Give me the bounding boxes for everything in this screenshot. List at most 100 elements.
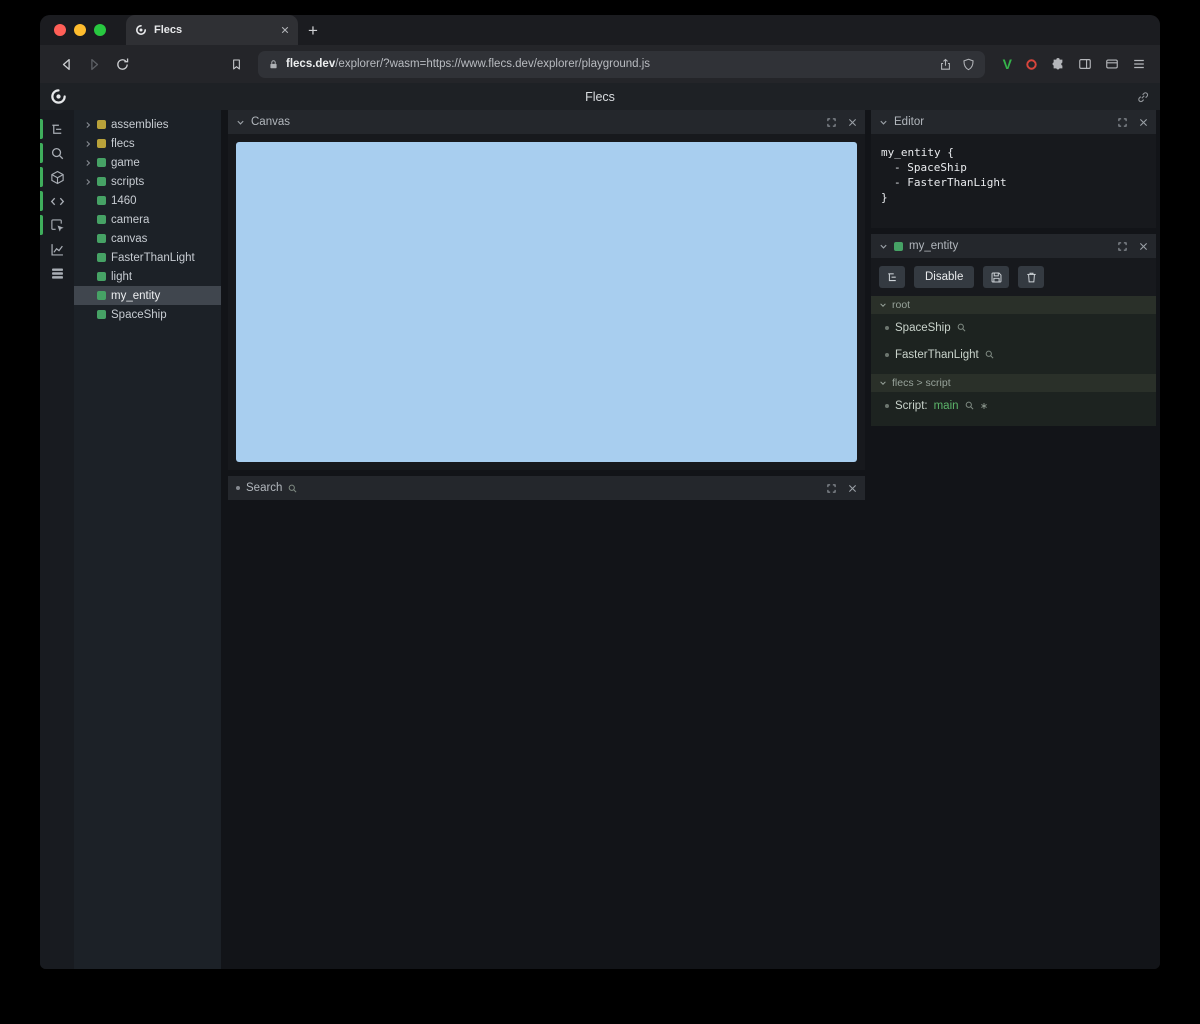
search-icon[interactable]: [957, 323, 966, 332]
entity-square-icon: [894, 241, 903, 251]
chart-panel-icon[interactable]: [40, 238, 74, 260]
editor-panel: Editor my_entity { - SpaceShip - FasterT…: [871, 110, 1156, 228]
tree-item-label: canvas: [111, 232, 148, 245]
tree-item-flecs[interactable]: flecs: [74, 134, 221, 153]
extensions-puzzle-icon[interactable]: [1051, 57, 1065, 71]
entity-panel-header: my_entity: [871, 234, 1156, 258]
active-indicator: [40, 143, 43, 163]
entity-square-icon: [97, 158, 106, 167]
editor-panel-title: Editor: [894, 116, 925, 128]
tree-item-label: FasterThanLight: [111, 251, 195, 264]
expand-icon[interactable]: [827, 117, 836, 127]
tree-item-label: game: [111, 156, 140, 169]
code-panel-icon[interactable]: [40, 190, 74, 212]
chevron-right-icon[interactable]: [83, 121, 92, 129]
entity-panel-title: my_entity: [909, 240, 959, 252]
tree-item-spaceship[interactable]: SpaceShip: [74, 305, 221, 324]
code-line: - SpaceShip: [894, 161, 967, 174]
lock-icon: [268, 59, 279, 70]
search-panel-icon[interactable]: [40, 142, 74, 164]
disable-button[interactable]: Disable: [914, 266, 975, 288]
chevron-down-icon[interactable]: [236, 118, 245, 127]
section-root[interactable]: root: [871, 296, 1156, 314]
component-row-spaceship[interactable]: SpaceShip: [871, 314, 1156, 341]
close-icon[interactable]: [848, 484, 857, 493]
close-icon[interactable]: [848, 118, 857, 127]
share-icon[interactable]: [939, 58, 952, 71]
chevron-down-icon: [880, 303, 886, 308]
search-icon[interactable]: [965, 401, 974, 410]
sidebar-toggle-icon[interactable]: [1078, 57, 1092, 71]
tree-panel-icon[interactable]: [40, 118, 74, 140]
extension-record-icon[interactable]: [1025, 58, 1038, 71]
search-icon[interactable]: [985, 350, 994, 359]
inspect-panel-icon[interactable]: [40, 214, 74, 236]
search-panel: Search: [228, 476, 865, 500]
traffic-lights: [40, 24, 116, 36]
tree-item-my-entity[interactable]: my_entity: [74, 286, 221, 305]
component-row-fasterthanlight[interactable]: FasterThanLight: [871, 341, 1156, 368]
link-icon[interactable]: [1136, 90, 1150, 104]
tree-item-label: SpaceShip: [111, 308, 167, 321]
save-icon[interactable]: [983, 266, 1010, 288]
component-list: root SpaceShip FasterThanLight flecs > s…: [871, 296, 1156, 426]
minimize-window-button[interactable]: [74, 24, 86, 36]
close-window-button[interactable]: [54, 24, 66, 36]
back-icon[interactable]: [54, 52, 78, 76]
chevron-down-icon[interactable]: [879, 242, 888, 251]
tab-close-icon[interactable]: [281, 26, 289, 34]
tree-item-light[interactable]: light: [74, 267, 221, 286]
tree-item-game[interactable]: game: [74, 153, 221, 172]
render-canvas[interactable]: [236, 142, 857, 462]
close-icon[interactable]: [1139, 118, 1148, 127]
tree-item-1460[interactable]: 1460: [74, 191, 221, 210]
tree-item-assemblies[interactable]: assemblies: [74, 115, 221, 134]
app-header: Flecs: [40, 83, 1160, 110]
address-bar[interactable]: flecs.dev/explorer/?wasm=https://www.fle…: [258, 50, 985, 78]
bullet-icon: [885, 403, 889, 408]
forward-icon[interactable]: [82, 52, 106, 76]
entity-inspector-panel: my_entity Disable root SpaceShip FasterT…: [871, 234, 1156, 426]
component-row-script[interactable]: Script: main: [871, 392, 1156, 419]
wallet-card-icon[interactable]: [1105, 57, 1119, 71]
chevron-down-icon[interactable]: [879, 118, 888, 127]
section-flecs-script[interactable]: flecs > script: [871, 374, 1156, 392]
extension-v-icon[interactable]: V: [1003, 56, 1012, 72]
url-text: flecs.dev/explorer/?wasm=https://www.fle…: [286, 58, 932, 70]
canvas-panel-title: Canvas: [251, 116, 290, 128]
rows-panel-icon[interactable]: [40, 262, 74, 284]
expand-icon[interactable]: [1118, 241, 1127, 251]
tree-view-button[interactable]: [879, 266, 905, 288]
url-path: /explorer/?wasm=https://www.flecs.dev/ex…: [335, 58, 651, 70]
cube-panel-icon[interactable]: [40, 166, 74, 188]
code-line: - FasterThanLight: [894, 176, 1007, 189]
script-icon: [980, 402, 988, 410]
chevron-right-icon[interactable]: [83, 178, 92, 186]
tree-item-canvas[interactable]: canvas: [74, 229, 221, 248]
page-title: Flecs: [585, 89, 615, 104]
close-icon[interactable]: [1139, 242, 1148, 251]
delete-icon[interactable]: [1018, 266, 1045, 288]
browser-tab[interactable]: Flecs: [126, 15, 298, 45]
reload-icon[interactable]: [110, 52, 134, 76]
expand-icon[interactable]: [827, 483, 836, 493]
code-editor[interactable]: my_entity { - SpaceShip - FasterThanLigh…: [871, 134, 1156, 216]
shield-icon[interactable]: [962, 58, 975, 71]
tree-item-scripts[interactable]: scripts: [74, 172, 221, 191]
new-tab-button[interactable]: +: [308, 22, 318, 39]
expand-icon[interactable]: [1118, 117, 1127, 127]
panel-toggle-strip: [40, 110, 74, 969]
tree-item-fasterthanlight[interactable]: FasterThanLight: [74, 248, 221, 267]
component-label: SpaceShip: [895, 321, 951, 334]
menu-icon[interactable]: [1132, 57, 1146, 71]
chevron-right-icon[interactable]: [83, 140, 92, 148]
chevron-right-icon[interactable]: [83, 159, 92, 167]
tree-item-camera[interactable]: camera: [74, 210, 221, 229]
bookmark-icon[interactable]: [224, 52, 248, 76]
collapsed-dot-icon[interactable]: [236, 486, 240, 490]
active-indicator: [40, 215, 43, 235]
zoom-window-button[interactable]: [94, 24, 106, 36]
canvas-panel-header: Canvas: [228, 110, 865, 134]
module-square-icon: [97, 120, 106, 129]
search-panel-header: Search: [228, 476, 865, 500]
